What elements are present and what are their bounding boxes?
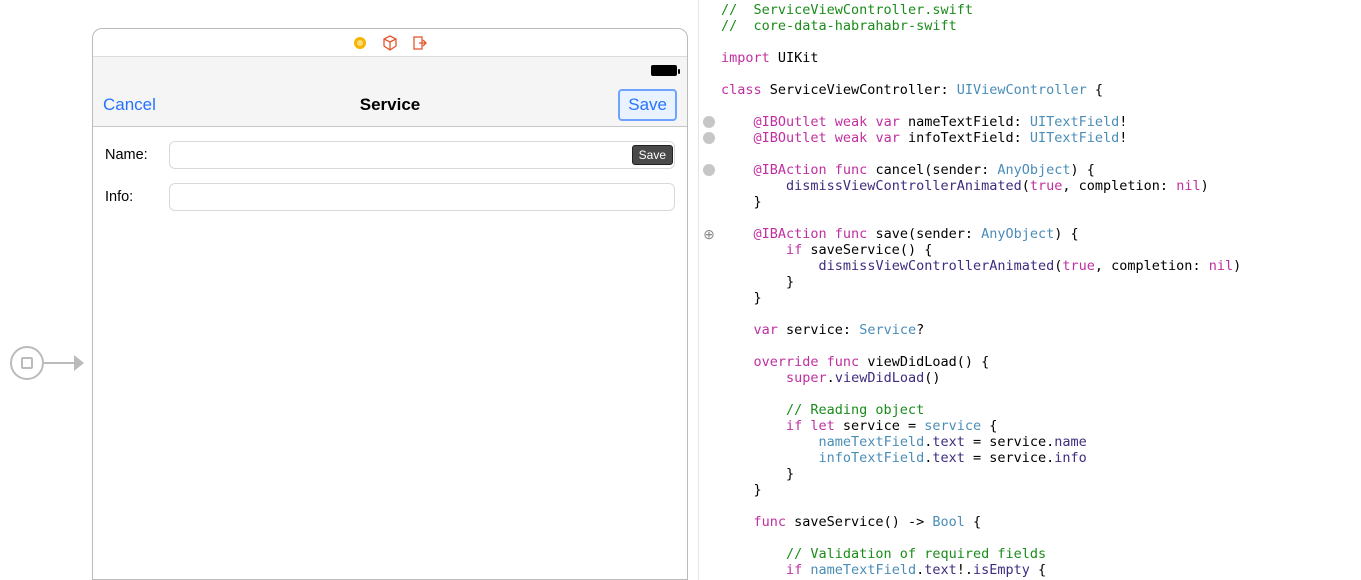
code-line: // ServiceViewController.swift xyxy=(721,2,973,18)
arrow-shaft-icon xyxy=(44,362,74,364)
outlet-connection-icon[interactable] xyxy=(703,132,715,144)
code-editor[interactable]: // ServiceViewController.swift // core-d… xyxy=(721,0,1361,580)
code-line: dismissViewControllerAnimated(true, comp… xyxy=(721,178,1209,194)
code-line: super.viewDidLoad() xyxy=(721,370,940,386)
code-line: // Reading object xyxy=(721,402,924,418)
cancel-button[interactable]: Cancel xyxy=(103,95,156,115)
save-tooltip: Save xyxy=(632,145,673,165)
form-body: Name: Info: xyxy=(93,127,687,239)
code-line: infoTextField.text = service.info xyxy=(721,450,1087,466)
code-line: } xyxy=(721,194,762,210)
action-connection-icon[interactable] xyxy=(703,164,715,176)
code-gutter[interactable]: ⊕ xyxy=(699,0,721,580)
form-row-name: Name: xyxy=(105,141,675,169)
arrow-head-icon xyxy=(74,355,84,371)
code-line: @IBOutlet weak var infoTextField: UIText… xyxy=(721,130,1127,146)
info-field[interactable] xyxy=(169,183,675,211)
code-line: if nameTextField.text!.isEmpty { xyxy=(721,562,1046,578)
code-line: if saveService() { xyxy=(721,242,932,258)
code-line: } xyxy=(721,466,794,482)
scene-icon-yellow[interactable] xyxy=(352,35,368,51)
name-field[interactable] xyxy=(169,141,675,169)
code-line: func saveService() -> Bool { xyxy=(721,514,981,530)
code-line: var service: Service? xyxy=(721,322,924,338)
storyboard-canvas[interactable]: Cancel Service Save Save Name: Info: xyxy=(0,0,700,580)
form-row-info: Info: xyxy=(105,183,675,211)
scene-toolbar xyxy=(93,29,687,57)
code-line: if let service = service { xyxy=(721,418,997,434)
entry-circle-icon xyxy=(10,346,44,380)
nav-title: Service xyxy=(93,95,687,115)
entry-point-arrow[interactable] xyxy=(10,346,84,380)
battery-icon xyxy=(651,65,677,76)
navigation-bar[interactable]: Cancel Service Save xyxy=(93,83,687,127)
scene-icon-cube[interactable] xyxy=(382,35,398,51)
outlet-connection-icon[interactable] xyxy=(703,116,715,128)
view-controller-scene[interactable]: Cancel Service Save Save Name: Info: xyxy=(92,28,688,580)
info-label: Info: xyxy=(105,189,169,205)
add-connection-icon[interactable]: ⊕ xyxy=(702,227,716,241)
code-line: } xyxy=(721,290,762,306)
code-line: @IBOutlet weak var nameTextField: UIText… xyxy=(721,114,1127,130)
code-line: @IBAction func save(sender: AnyObject) { xyxy=(721,226,1079,242)
code-line: // core-data-habrahabr-swift xyxy=(721,18,957,34)
code-line: // Validation of required fields xyxy=(721,546,1046,562)
save-button[interactable]: Save xyxy=(618,89,677,121)
code-line: } xyxy=(721,482,762,498)
code-line: dismissViewControllerAnimated(true, comp… xyxy=(721,258,1241,274)
code-line: import UIKit xyxy=(721,50,819,66)
code-line: @IBAction func cancel(sender: AnyObject)… xyxy=(721,162,1095,178)
code-line: nameTextField.text = service.name xyxy=(721,434,1087,450)
code-line: class ServiceViewController: UIViewContr… xyxy=(721,82,1103,98)
name-label: Name: xyxy=(105,147,169,163)
scene-icon-exit[interactable] xyxy=(412,35,428,51)
status-bar xyxy=(93,57,687,83)
code-line: } xyxy=(721,274,794,290)
code-line: override func viewDidLoad() { xyxy=(721,354,989,370)
